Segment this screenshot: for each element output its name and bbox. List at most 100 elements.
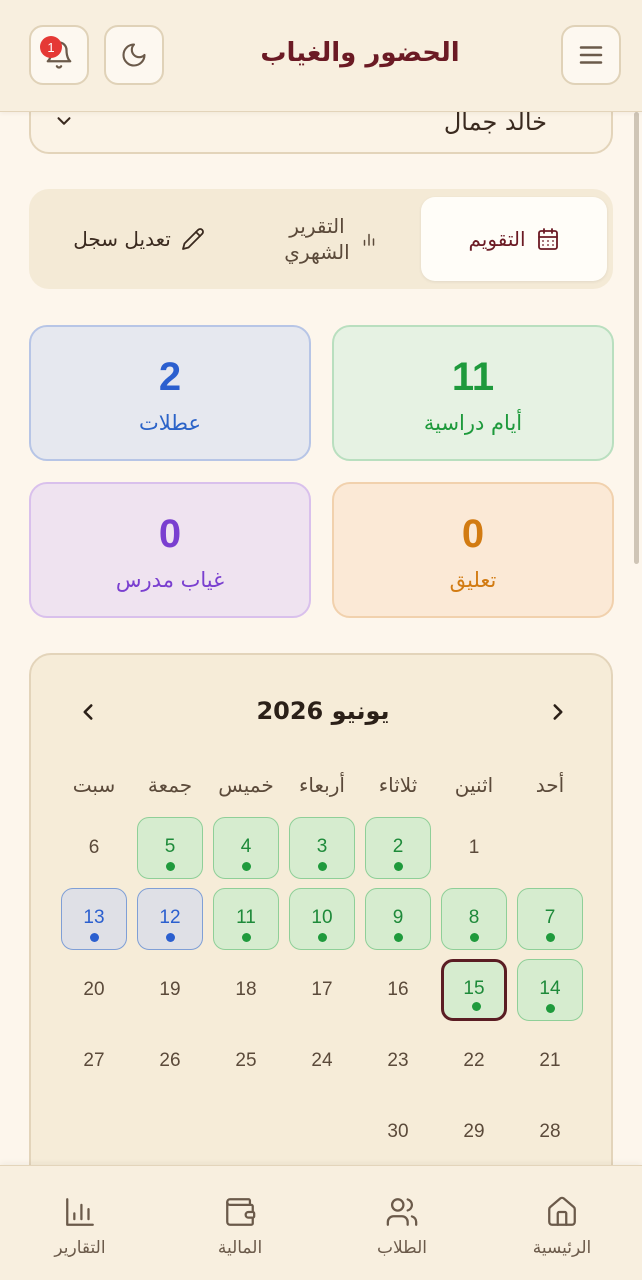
calendar-icon (537, 228, 558, 250)
tab-edit-record[interactable]: تعديل سجل (41, 197, 237, 281)
calendar-day-number: 20 (83, 979, 105, 1000)
bar-chart-icon (66, 1198, 94, 1226)
calendar-day-number: 16 (387, 979, 409, 1000)
theme-toggle-button[interactable] (104, 25, 164, 85)
calendar-day[interactable]: 20 (61, 959, 127, 1021)
attendance-calendar: يونيو 2026 أحد اثنين ثلاثاء أربعاء خميس جمعة س… (29, 653, 613, 1213)
calendar-day[interactable]: 13 (61, 888, 127, 950)
nav-home-label: الرئيسية (532, 1238, 592, 1258)
calendar-day-number: 23 (387, 1050, 409, 1071)
weekday-label: جمعة (147, 773, 193, 797)
menu-button[interactable] (561, 25, 621, 85)
menu-icon (579, 46, 603, 64)
calendar-day-number: 18 (235, 979, 257, 1000)
page-title: الحضور والغياب (260, 38, 460, 68)
calendar-day-number: 3 (316, 836, 328, 857)
status-dot (546, 1004, 555, 1013)
calendar-day[interactable]: 23 (365, 1030, 431, 1092)
scrollbar[interactable] (634, 112, 639, 564)
calendar-day[interactable]: 18 (213, 959, 279, 1021)
nav-finance[interactable]: المالية (170, 1192, 310, 1258)
calendar-day[interactable]: 22 (441, 1030, 507, 1092)
tab-calendar[interactable]: التقويم (421, 197, 607, 281)
nav-students[interactable]: الطلاب (332, 1192, 472, 1258)
users-icon (386, 1198, 418, 1226)
calendar-day-number: 4 (240, 836, 252, 857)
calendar-day-number: 25 (235, 1050, 257, 1071)
nav-home[interactable]: الرئيسية (492, 1192, 632, 1258)
calendar-day[interactable]: 1 (441, 817, 507, 879)
moon-icon (122, 43, 146, 67)
calendar-day[interactable]: 10 (289, 888, 355, 950)
calendar-day[interactable]: 8 (441, 888, 507, 950)
calendar-day[interactable]: 21 (517, 1030, 583, 1092)
nav-students-label: الطلاب (377, 1238, 427, 1258)
nav-reports[interactable]: التقارير (10, 1192, 150, 1258)
calendar-day[interactable]: 30 (365, 1101, 431, 1163)
calendar-day-number: 29 (463, 1121, 485, 1142)
stat-value: 0 (158, 512, 182, 556)
chevron-right-icon[interactable] (545, 699, 571, 725)
calendar-day[interactable]: 9 (365, 888, 431, 950)
stat-value: 11 (451, 355, 495, 399)
weekday-label: سبت (72, 773, 116, 797)
calendar-day-number: 2 (392, 836, 404, 857)
calendar-day[interactable]: 2 (365, 817, 431, 879)
calendar-day[interactable]: 14 (517, 959, 583, 1021)
calendar-day-number: 21 (539, 1050, 561, 1071)
tab-monthly-report[interactable]: التقرير الشهري (241, 197, 421, 281)
nav-finance-label: المالية (217, 1238, 263, 1258)
calendar-day[interactable]: 27 (61, 1030, 127, 1092)
calendar-day-number: 30 (387, 1121, 409, 1142)
status-dot (470, 933, 479, 942)
bar-chart-icon (363, 233, 374, 246)
home-icon (548, 1196, 576, 1226)
tab-edit-label: تعديل سجل (73, 227, 171, 251)
status-dot (242, 862, 251, 871)
stat-label: أيام دراسية (423, 411, 523, 435)
tab-monthly-label-line1: التقرير (289, 214, 345, 238)
status-dot (242, 933, 251, 942)
calendar-day[interactable]: 12 (137, 888, 203, 950)
calendar-day[interactable]: 25 (213, 1030, 279, 1092)
calendar-day[interactable]: 26 (137, 1030, 203, 1092)
weekday-label: اثنين (454, 773, 494, 797)
calendar-day-number: 26 (159, 1050, 181, 1071)
stat-card-teacher-absence: 0 غياب مدرس (29, 482, 311, 618)
chevron-down-icon (57, 117, 71, 125)
status-dot (394, 862, 403, 871)
calendar-month-title: يونيو 2026 (256, 697, 390, 725)
calendar-day-number: 17 (311, 979, 333, 1000)
stat-label: غياب مدرس (115, 568, 225, 592)
calendar-day[interactable]: 29 (441, 1101, 507, 1163)
calendar-day[interactable]: 28 (517, 1101, 583, 1163)
calendar-day-number: 7 (544, 907, 556, 928)
calendar-day[interactable]: 3 (289, 817, 355, 879)
calendar-day-number: 13 (83, 907, 105, 928)
top-app-bar: 1 الحضور والغياب (0, 0, 642, 112)
calendar-day[interactable]: 17 (289, 959, 355, 1021)
stat-value: 2 (158, 355, 182, 399)
status-dot (166, 862, 175, 871)
calendar-day[interactable]: 15 (441, 959, 507, 1021)
wallet-icon (226, 1198, 256, 1226)
stat-label: عطلات (138, 411, 202, 435)
calendar-day[interactable]: 19 (137, 959, 203, 1021)
calendar-day[interactable]: 6 (61, 817, 127, 879)
calendar-day-number: 27 (83, 1050, 105, 1071)
calendar-day-number: 19 (159, 979, 181, 1000)
tab-monthly-label-line2: الشهري (284, 240, 350, 264)
stat-value: 0 (461, 512, 485, 556)
calendar-day-number: 5 (164, 836, 176, 857)
notification-badge: 1 (40, 36, 62, 58)
calendar-day[interactable]: 5 (137, 817, 203, 879)
calendar-day[interactable]: 4 (213, 817, 279, 879)
calendar-day[interactable]: 24 (289, 1030, 355, 1092)
calendar-day[interactable]: 16 (365, 959, 431, 1021)
chevron-left-icon[interactable] (75, 699, 101, 725)
status-dot (90, 933, 99, 942)
notifications-button[interactable]: 1 (29, 25, 89, 85)
calendar-day[interactable]: 11 (213, 888, 279, 950)
calendar-day[interactable]: 7 (517, 888, 583, 950)
bottom-navigation: الرئيسية الطلاب المالية التقارير (0, 1165, 642, 1280)
